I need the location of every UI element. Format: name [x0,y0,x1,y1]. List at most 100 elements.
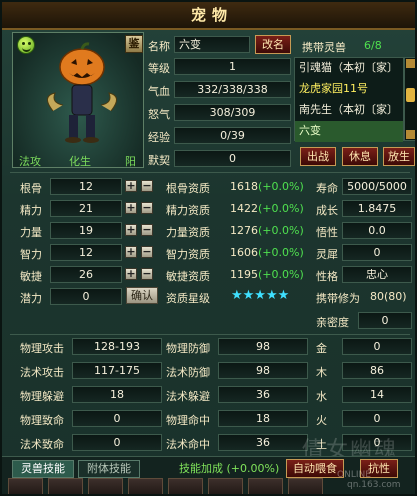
plus-icon[interactable]: + [125,246,137,258]
anger-label: 怒气 [148,108,170,121]
combat-value: 98 [218,338,308,355]
aptitude-delta: (+0.0%) [258,246,304,259]
skill-bonus-value: (+0.00%) [226,462,280,475]
element-value: 0 [342,338,412,355]
exp-label: 经验 [148,131,170,144]
aptitude-label: 智力资质 [166,248,210,261]
aptitude-delta: (+0.0%) [258,268,304,281]
combat-value: 36 [218,434,308,451]
element-value: 14 [342,386,412,403]
scroll-up-arrow-icon[interactable] [406,59,415,68]
stat-value: 80(80) [370,290,407,303]
aptitude-value: 1606 [230,246,258,259]
stat-label: 携带修为 [316,292,360,305]
combat-value: 0 [72,434,162,451]
combat-label: 法术致命 [20,438,64,451]
plus-icon[interactable]: + [125,268,137,280]
minus-icon[interactable]: − [141,246,153,258]
aptitude-delta: (+0.0%) [258,180,304,193]
appraise-button[interactable]: 鉴 [125,35,143,53]
element-label-attack: 法攻 [19,155,41,168]
stat-label: 灵犀 [316,248,338,261]
hp-value: 332/338/338 [174,81,291,98]
divider [10,172,410,173]
stat-label: 亲密度 [316,316,349,329]
rest-button[interactable]: 休息 [342,147,378,166]
skill-slot[interactable] [248,478,283,494]
pet-list-item[interactable]: 龙虎家园11号 [295,79,403,100]
combat-value: 18 [72,386,162,403]
stat-value: 0.0 [342,222,412,239]
skill-slot[interactable] [128,478,163,494]
combat-value: 117-175 [72,362,162,379]
level-value: 1 [174,58,291,75]
stat-label: 成长 [316,204,338,217]
combat-label: 物理致命 [20,414,64,427]
skill-bonus: 技能加成 (+0.00%) [179,460,279,476]
window-title: 宠物 [190,6,233,24]
element-label: 木 [316,366,327,379]
aptitude-label: 敏捷资质 [166,270,210,283]
skill-slot[interactable] [8,478,43,494]
watermark-online: ONLINE [337,470,371,480]
skill-slot[interactable] [48,478,83,494]
plus-icon[interactable]: + [125,180,137,192]
smiley-face-icon[interactable] [17,36,35,54]
stat-label: 悟性 [316,226,338,239]
title-bar[interactable]: 宠物 [2,2,415,30]
tacit-label: 默契 [148,154,170,167]
skill-bonus-label: 技能加成 [179,462,223,475]
rename-button[interactable]: 改名 [255,35,291,54]
combat-label: 法术躲避 [166,390,210,403]
scroll-thumb[interactable] [406,88,415,102]
name-label: 名称 [148,40,170,53]
skill-slot[interactable] [208,478,243,494]
minus-icon[interactable]: − [141,224,153,236]
battle-button[interactable]: 出战 [300,147,336,166]
attr-value: 26 [50,266,122,283]
aptitude-value: 1618 [230,180,258,193]
combat-value: 18 [218,410,308,427]
combat-label: 物理防御 [166,342,210,355]
minus-icon[interactable]: − [141,180,153,192]
confirm-button[interactable]: 确认 [126,287,158,304]
anger-value: 308/309 [174,104,291,121]
attr-label: 根骨 [20,182,42,195]
combat-label: 法术攻击 [20,366,64,379]
pet-list-item[interactable]: 南先生（本初〔家〕 [295,100,403,121]
skill-slot[interactable] [88,478,123,494]
combat-value: 0 [72,410,162,427]
release-button[interactable]: 放生 [383,147,415,166]
pet-list-item[interactable]: 引魂猫（本初〔家〕 [295,58,403,79]
potential-value: 0 [50,288,122,305]
name-field[interactable]: 六变 [174,36,250,53]
tacit-value: 0 [174,150,291,167]
combat-label: 物理攻击 [20,342,64,355]
pet-window: 宠物 鉴 法攻 化生 阳 名称 六变 改名 等级 1 气血 332/338/33… [0,0,417,496]
skill-slot[interactable] [288,478,323,494]
element-label-yang: 阳 [125,155,136,168]
aptitude-value: 1195 [230,268,258,281]
combat-label: 物理躲避 [20,390,64,403]
minus-icon[interactable]: − [141,268,153,280]
auto-feed-button[interactable]: 自动喂食 [286,459,344,478]
pet-list-scrollbar[interactable] [404,57,415,141]
carry-count: 6/8 [364,39,382,52]
plus-icon[interactable]: + [125,224,137,236]
aptitude-label: 精力资质 [166,204,210,217]
minus-icon[interactable]: − [141,202,153,214]
skill-slot[interactable] [168,478,203,494]
stat-value: 0 [342,244,412,261]
attr-label: 敏捷 [20,270,42,283]
hp-label: 气血 [148,85,170,98]
scroll-down-arrow-icon[interactable] [406,130,415,139]
element-label: 水 [316,390,327,403]
plus-icon[interactable]: + [125,202,137,214]
tab-pet-skills[interactable]: 灵兽技能 [12,460,74,478]
element-label: 金 [316,342,327,355]
attr-value: 12 [50,244,122,261]
pet-list-item-selected[interactable]: 六变 [295,121,403,142]
tab-attached-skills[interactable]: 附体技能 [78,460,140,478]
element-value: 86 [342,362,412,379]
combat-value: 128-193 [72,338,162,355]
